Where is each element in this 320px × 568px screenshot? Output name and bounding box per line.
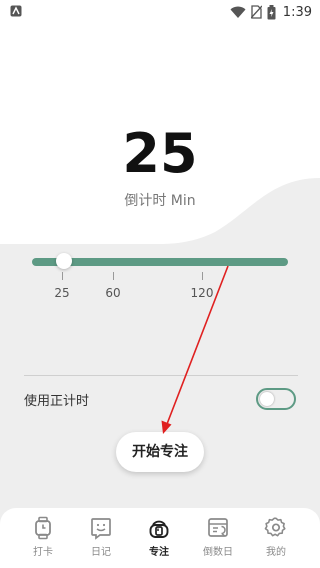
wifi-icon — [230, 6, 246, 18]
diary-face-icon — [91, 518, 111, 540]
toggle-knob[interactable] — [260, 392, 274, 406]
start-focus-button[interactable]: 开始专注 — [116, 432, 204, 472]
tab-label: 打卡 — [33, 547, 53, 558]
slider-thumb[interactable] — [56, 253, 72, 269]
tab-label: 倒数日 — [203, 547, 233, 558]
status-time: 1:39 — [282, 4, 312, 20]
slider-tick-label: 120 — [190, 286, 214, 300]
countup-toggle[interactable] — [256, 388, 296, 410]
timer-value: 25 — [122, 122, 198, 185]
section-divider — [24, 375, 298, 376]
slider-tick-label: 60 — [105, 286, 121, 300]
countup-label: 使用正计时 — [24, 394, 90, 409]
slider-tick — [202, 272, 203, 280]
status-bar: 1:39 — [0, 0, 320, 24]
gear-icon — [264, 517, 286, 537]
watch-icon — [35, 516, 51, 540]
slider-tick — [113, 272, 114, 280]
duration-slider[interactable] — [32, 253, 288, 269]
focus-timer-icon — [149, 520, 169, 538]
tab-diary[interactable]: 日记 — [79, 516, 123, 558]
tab-label: 专注 — [149, 547, 169, 558]
no-sim-icon — [250, 5, 262, 19]
tab-focus[interactable]: 专注 — [137, 516, 181, 558]
app-notification-icon — [10, 5, 22, 17]
tab-label: 日记 — [91, 547, 111, 558]
slider-tick — [62, 272, 63, 280]
tab-label: 我的 — [266, 547, 286, 558]
bottom-tab-bar: 打卡 日记 专注 倒数日 我的 — [0, 508, 320, 568]
tab-countdown-days[interactable]: 倒数日 — [196, 516, 240, 558]
battery-charging-icon — [267, 4, 276, 19]
timer-caption: 倒计时 Min — [124, 193, 196, 209]
tab-checkin[interactable]: 打卡 — [21, 516, 65, 558]
countdown-calendar-icon — [208, 518, 228, 537]
tab-mine[interactable]: 我的 — [254, 516, 298, 558]
slider-tick-label: 25 — [54, 286, 70, 300]
